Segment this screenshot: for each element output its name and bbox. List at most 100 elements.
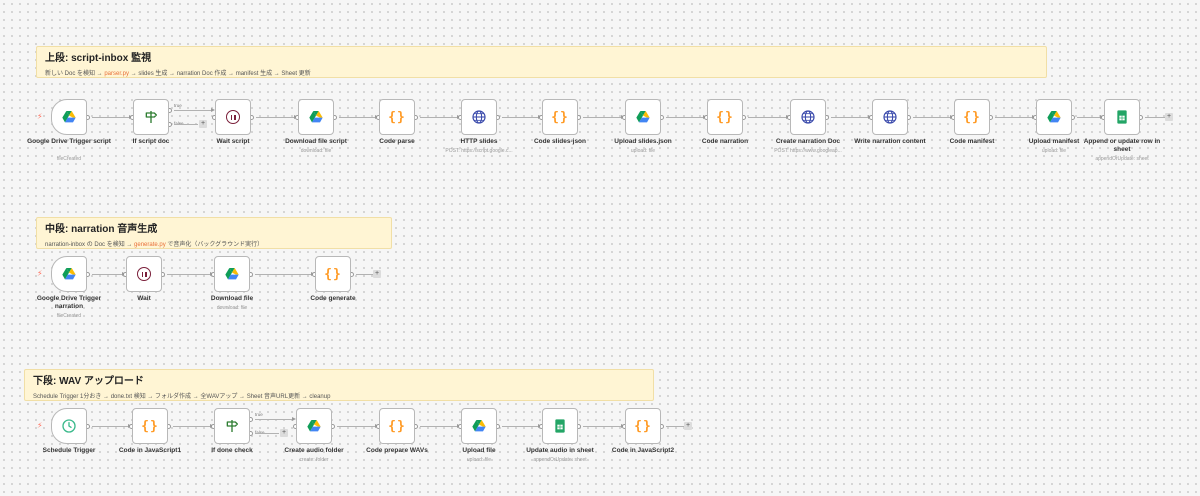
node-upload-manifest[interactable] [1036, 99, 1072, 135]
google-drive-icon [309, 111, 323, 123]
trigger-bolt-icon: ⚡ [37, 269, 43, 278]
node-subtitle: appendOrUpdate: sheet [1095, 156, 1149, 162]
google-drive-icon [1047, 111, 1061, 123]
branch-label-true: true [174, 103, 182, 108]
edge [831, 117, 868, 118]
edge [502, 117, 538, 118]
node-label: If script doc [132, 138, 170, 145]
code-icon: {} [634, 418, 652, 434]
node-label: Code manifest [949, 138, 995, 145]
edge [583, 426, 621, 427]
node-code-wavs[interactable]: {} [379, 408, 415, 444]
workflow-canvas[interactable]: 上段: script-inbox 監視新しい Doc を検知 → parser.… [0, 0, 1200, 496]
add-node-button[interactable]: + [199, 120, 207, 128]
sticky-note[interactable]: 上段: script-inbox 監視新しい Doc を検知 → parser.… [36, 46, 1047, 78]
if-signpost-icon [226, 420, 238, 432]
node-http-slides[interactable] [461, 99, 497, 135]
edge-end-stub [1145, 117, 1165, 118]
node-if-done[interactable] [214, 408, 250, 444]
node-label: Upload file [462, 447, 496, 454]
node-gdt-script[interactable] [51, 99, 87, 135]
sticky-note[interactable]: 中段: narration 音声生成 narration-inbox の Doc … [36, 217, 392, 249]
edge [420, 426, 457, 427]
edge-false-stub [174, 124, 198, 125]
sticky-note[interactable]: 下段: WAV アップロード Schedule Trigger 1分おき → do… [24, 369, 654, 401]
note-text: → slides 生成 → narration Doc 作成 → manifes… [129, 71, 311, 77]
node-code-js1[interactable]: {} [132, 408, 168, 444]
edge-false-stub [255, 433, 279, 434]
edge [255, 274, 311, 275]
node-upload-file[interactable] [461, 408, 497, 444]
edge [913, 117, 950, 118]
note-title: 上段: script-inbox 監視 [45, 53, 152, 64]
node-write-narration[interactable] [872, 99, 908, 135]
node-code-narration[interactable]: {} [707, 99, 743, 135]
google-drive-icon [62, 111, 76, 123]
node-schedule[interactable] [51, 408, 87, 444]
code-icon: {} [388, 109, 406, 125]
edge-true [174, 110, 211, 111]
node-create-folder[interactable] [296, 408, 332, 444]
node-label: Download file [210, 295, 254, 302]
edge [339, 117, 375, 118]
node-label: If done check [211, 447, 253, 454]
clock-icon [62, 419, 76, 433]
node-label: Update audio in sheet [526, 447, 594, 454]
google-sheets-icon [555, 419, 565, 433]
code-icon: {} [716, 109, 734, 125]
node-label: Append or update row in sheet [1083, 138, 1161, 153]
note-description: Schedule Trigger 1分おき → done.txt 検知 → フォ… [33, 391, 645, 400]
node-code-manifest[interactable]: {} [954, 99, 990, 135]
edge-end-stub [666, 426, 684, 427]
node-code-generate[interactable]: {} [315, 256, 351, 292]
node-dl-file[interactable] [214, 256, 250, 292]
node-wait-script[interactable] [215, 99, 251, 135]
edge-true [255, 419, 292, 420]
google-drive-icon [307, 420, 321, 432]
edge-end-stub [356, 274, 373, 275]
node-label: HTTP slides [460, 138, 498, 145]
note-text: Schedule Trigger 1分おき → done.txt 検知 → フォ… [33, 394, 331, 400]
node-subtitle: fileCreated [56, 313, 82, 319]
add-node-button[interactable]: + [1165, 113, 1173, 121]
trigger-bolt-icon: ⚡ [37, 421, 43, 430]
node-label: Code parse [379, 138, 415, 145]
code-icon: {} [963, 109, 981, 125]
globe-icon [801, 110, 815, 124]
node-label: Code in JavaScript2 [611, 447, 675, 454]
node-code-slides-json[interactable]: {} [542, 99, 578, 135]
node-dl-script[interactable] [298, 99, 334, 135]
node-wait[interactable] [126, 256, 162, 292]
node-label: Code slides-json [533, 138, 586, 145]
add-node-button[interactable]: + [280, 429, 288, 437]
add-node-button[interactable]: + [684, 422, 692, 430]
note-text: narration-inbox の Doc を検知 → [45, 242, 135, 248]
node-code-js2[interactable]: {} [625, 408, 661, 444]
node-update-audio[interactable] [542, 408, 578, 444]
node-label: Code prepare WAVs [366, 447, 428, 454]
edge [92, 117, 129, 118]
google-sheets-icon [1117, 110, 1127, 124]
edge [666, 117, 703, 118]
node-label: Upload slides.json [614, 138, 672, 145]
edge [583, 117, 621, 118]
node-gdt-narration[interactable] [51, 256, 87, 292]
note-title: 中段: narration 音声生成 [45, 224, 158, 235]
node-label: Code narration [701, 138, 749, 145]
note-description: narration-inbox の Doc を検知 → generate.py … [45, 239, 383, 248]
note-description: 新しい Doc を検知 → parser.py → slides 生成 → na… [45, 68, 1038, 77]
node-subtitle: create: folder [299, 457, 329, 463]
node-if-script[interactable] [133, 99, 169, 135]
node-code-parse[interactable]: {} [379, 99, 415, 135]
google-drive-icon [225, 268, 239, 280]
node-subtitle: appendOrUpdate: sheet [533, 457, 587, 463]
node-upload-slides[interactable] [625, 99, 661, 135]
node-append-sheet[interactable] [1104, 99, 1140, 135]
node-subtitle: fileCreated [56, 156, 82, 162]
node-label: Create audio folder [284, 447, 344, 454]
edge [92, 426, 128, 427]
node-create-narration[interactable] [790, 99, 826, 135]
node-label: Google Drive Trigger script [27, 138, 111, 145]
add-node-button[interactable]: + [373, 270, 381, 278]
if-signpost-icon [145, 111, 157, 123]
